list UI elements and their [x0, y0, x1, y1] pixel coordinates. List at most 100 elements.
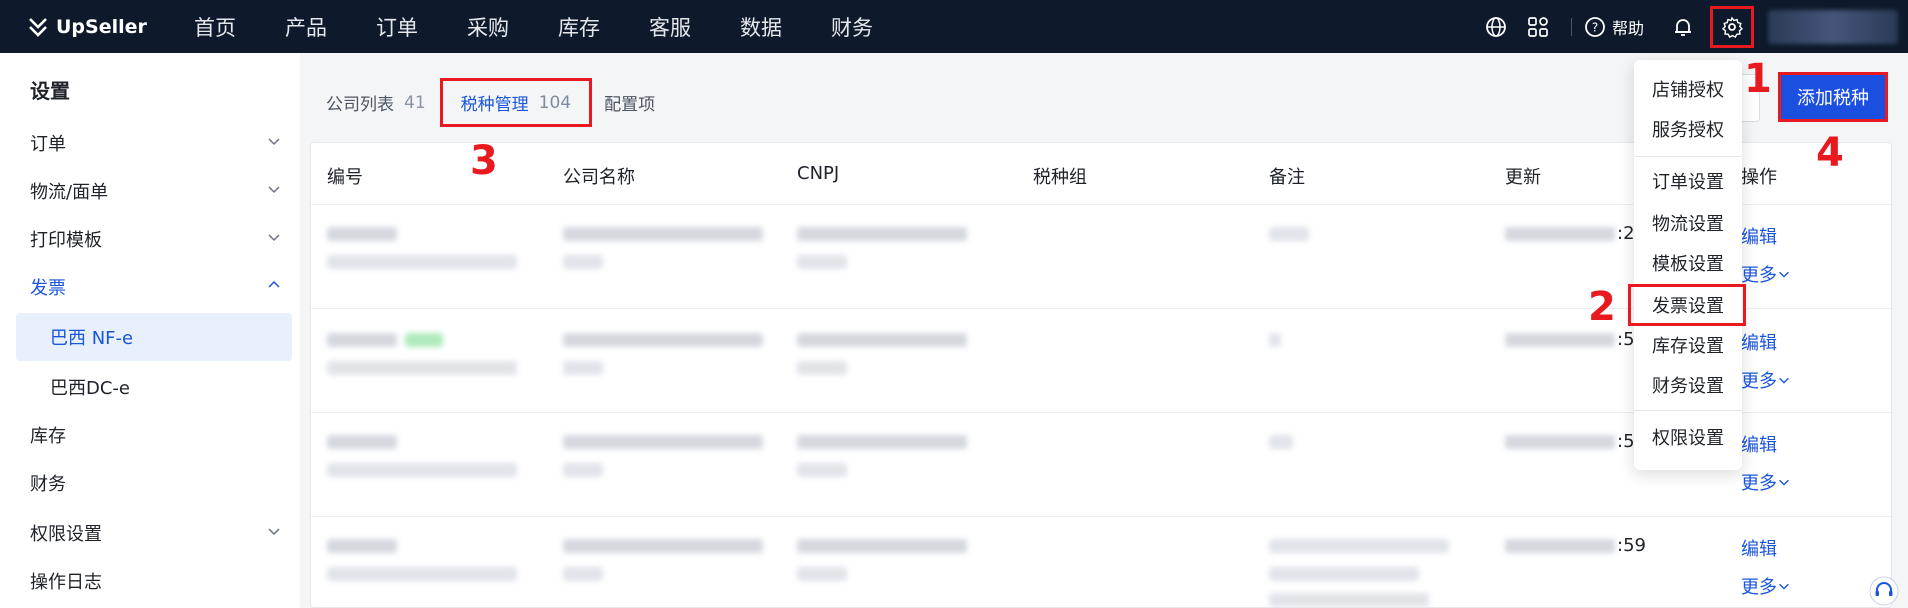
edit-link[interactable]: 编辑 — [1741, 223, 1777, 249]
nav-item-finance[interactable]: 财务 — [831, 12, 873, 42]
edit-link[interactable]: 编辑 — [1741, 431, 1777, 457]
settings-button[interactable] — [1710, 5, 1754, 48]
nav-item-purchase[interactable]: 采购 — [467, 12, 509, 42]
more-label: 更多 — [1741, 577, 1777, 598]
settings-dropdown-menu: 店铺授权 服务授权 订单设置 物流设置 模板设置 发票设置 库存设置 财务设置 … — [1634, 60, 1742, 470]
nav-item-orders[interactable]: 订单 — [376, 12, 418, 42]
annotation-step-1: 1 — [1744, 56, 1772, 102]
column-header-actions: 操作 — [1741, 167, 1777, 188]
more-dropdown[interactable]: 更多 — [1741, 261, 1791, 287]
menu-divider — [1634, 410, 1742, 411]
menu-item-service-auth[interactable]: 服务授权 — [1634, 116, 1742, 142]
sidebar-item-label: 物流/面单 — [30, 182, 109, 203]
blurred-remark — [1269, 539, 1449, 553]
blurred-remark — [1269, 227, 1309, 241]
nav-item-inventory[interactable]: 库存 — [558, 12, 600, 42]
brand-name: UpSeller — [56, 15, 147, 38]
chevron-down-icon — [268, 138, 280, 146]
sidebar-item-brazil-nfe[interactable]: 巴西 NF-e — [16, 313, 292, 361]
column-header-remark: 备注 — [1269, 167, 1305, 188]
brand-logo[interactable]: UpSeller — [26, 15, 176, 39]
annotation-step-2: 2 — [1588, 284, 1616, 330]
gear-icon — [1721, 16, 1743, 38]
nav-item-home[interactable]: 首页 — [194, 12, 236, 42]
sidebar-item-logistics[interactable]: 物流/面单 — [16, 167, 292, 215]
menu-divider — [1634, 156, 1742, 157]
blurred-id — [327, 539, 397, 553]
column-header-tax-group: 税种组 — [1033, 167, 1087, 188]
tab-config[interactable]: 配置项 — [604, 90, 655, 115]
blurred-text — [797, 255, 847, 269]
menu-item-order-settings[interactable]: 订单设置 — [1634, 168, 1742, 194]
sidebar-item-label: 巴西 NF-e — [50, 328, 134, 349]
annotation-step-4: 4 — [1816, 130, 1844, 176]
nav-item-service[interactable]: 客服 — [649, 12, 691, 42]
sidebar-item-inventory[interactable]: 库存 — [16, 411, 292, 459]
user-avatar[interactable] — [1768, 9, 1898, 44]
help-icon: ? — [1585, 16, 1605, 37]
blurred-date — [1505, 333, 1615, 347]
column-header-cnpj: CNPJ — [797, 163, 840, 184]
chevron-up-icon — [268, 280, 280, 288]
menu-item-finance-settings[interactable]: 财务设置 — [1634, 372, 1742, 398]
column-header-company: 公司名称 — [563, 167, 635, 188]
column-header-updated: 更新 — [1505, 167, 1541, 188]
blurred-date — [1505, 435, 1615, 449]
menu-item-permission-settings[interactable]: 权限设置 — [1634, 424, 1742, 450]
top-navbar: UpSeller 首页 产品 订单 采购 库存 客服 数据 财务 ? 帮助 — [0, 0, 1908, 53]
tab-company-list[interactable]: 公司列表 41 — [326, 90, 426, 116]
update-time: :5 — [1617, 431, 1635, 452]
menu-item-inventory-settings[interactable]: 库存设置 — [1634, 332, 1742, 358]
more-label: 更多 — [1741, 265, 1777, 286]
customer-support-icon[interactable] — [1866, 574, 1902, 608]
invoice-settings-highlight — [1628, 284, 1746, 326]
add-tax-button[interactable]: 添加税种 — [1778, 72, 1888, 122]
nav-item-data[interactable]: 数据 — [740, 12, 782, 42]
svg-text:?: ? — [1592, 20, 1598, 34]
sidebar-item-operation-log[interactable]: 操作日志 — [16, 557, 292, 605]
sidebar-item-orders[interactable]: 订单 — [16, 119, 292, 167]
apps-grid-icon[interactable] — [1527, 16, 1549, 38]
more-dropdown[interactable]: 更多 — [1741, 469, 1791, 495]
menu-item-store-auth[interactable]: 店铺授权 — [1634, 76, 1742, 102]
edit-link[interactable]: 编辑 — [1741, 535, 1777, 561]
sidebar-item-permissions[interactable]: 权限设置 — [16, 509, 292, 557]
blurred-date — [1505, 539, 1615, 553]
sidebar-title: 设置 — [30, 79, 70, 103]
more-dropdown[interactable]: 更多 — [1741, 573, 1791, 599]
sidebar-item-print-templates[interactable]: 打印模板 — [16, 215, 292, 263]
upseller-logo-icon — [29, 17, 47, 37]
blurred-text — [327, 567, 517, 581]
chevron-down-icon — [268, 234, 280, 242]
menu-item-logistics-settings[interactable]: 物流设置 — [1634, 210, 1742, 236]
blurred-text — [563, 255, 603, 269]
sidebar-item-label: 巴西DC-e — [50, 378, 130, 399]
bell-icon[interactable] — [1672, 16, 1694, 38]
blurred-cnpj — [797, 539, 967, 553]
sidebar-item-finance[interactable]: 财务 — [16, 459, 292, 507]
table-row: :59 编辑 更多 — [311, 517, 1891, 607]
blurred-text — [327, 255, 517, 269]
blurred-remark — [1269, 567, 1419, 581]
tab-label: 税种管理 — [460, 95, 529, 115]
tab-count: 41 — [404, 92, 426, 113]
nav-item-products[interactable]: 产品 — [285, 12, 327, 42]
more-dropdown[interactable]: 更多 — [1741, 367, 1791, 393]
topbar-tools: ? 帮助 — [1475, 0, 1908, 53]
blurred-remark — [1269, 333, 1281, 347]
sidebar-item-invoice[interactable]: 发票 — [16, 263, 292, 311]
blurred-cnpj — [797, 333, 967, 347]
edit-link[interactable]: 编辑 — [1741, 329, 1777, 355]
update-time: :5 — [1617, 329, 1635, 350]
menu-item-template-settings[interactable]: 模板设置 — [1634, 250, 1742, 276]
update-time: :2 — [1617, 223, 1635, 244]
blurred-text — [563, 463, 603, 477]
globe-icon[interactable] — [1485, 16, 1507, 38]
update-time: :59 — [1617, 535, 1646, 556]
blurred-text — [327, 463, 517, 477]
help-button[interactable]: ? 帮助 — [1584, 15, 1644, 39]
chevron-down-icon — [1779, 479, 1789, 486]
column-header-id: 编号 — [327, 167, 363, 188]
sidebar-item-brazil-dce[interactable]: 巴西DC-e — [16, 363, 292, 411]
tab-tax-management[interactable]: 税种管理 104 — [439, 78, 593, 127]
